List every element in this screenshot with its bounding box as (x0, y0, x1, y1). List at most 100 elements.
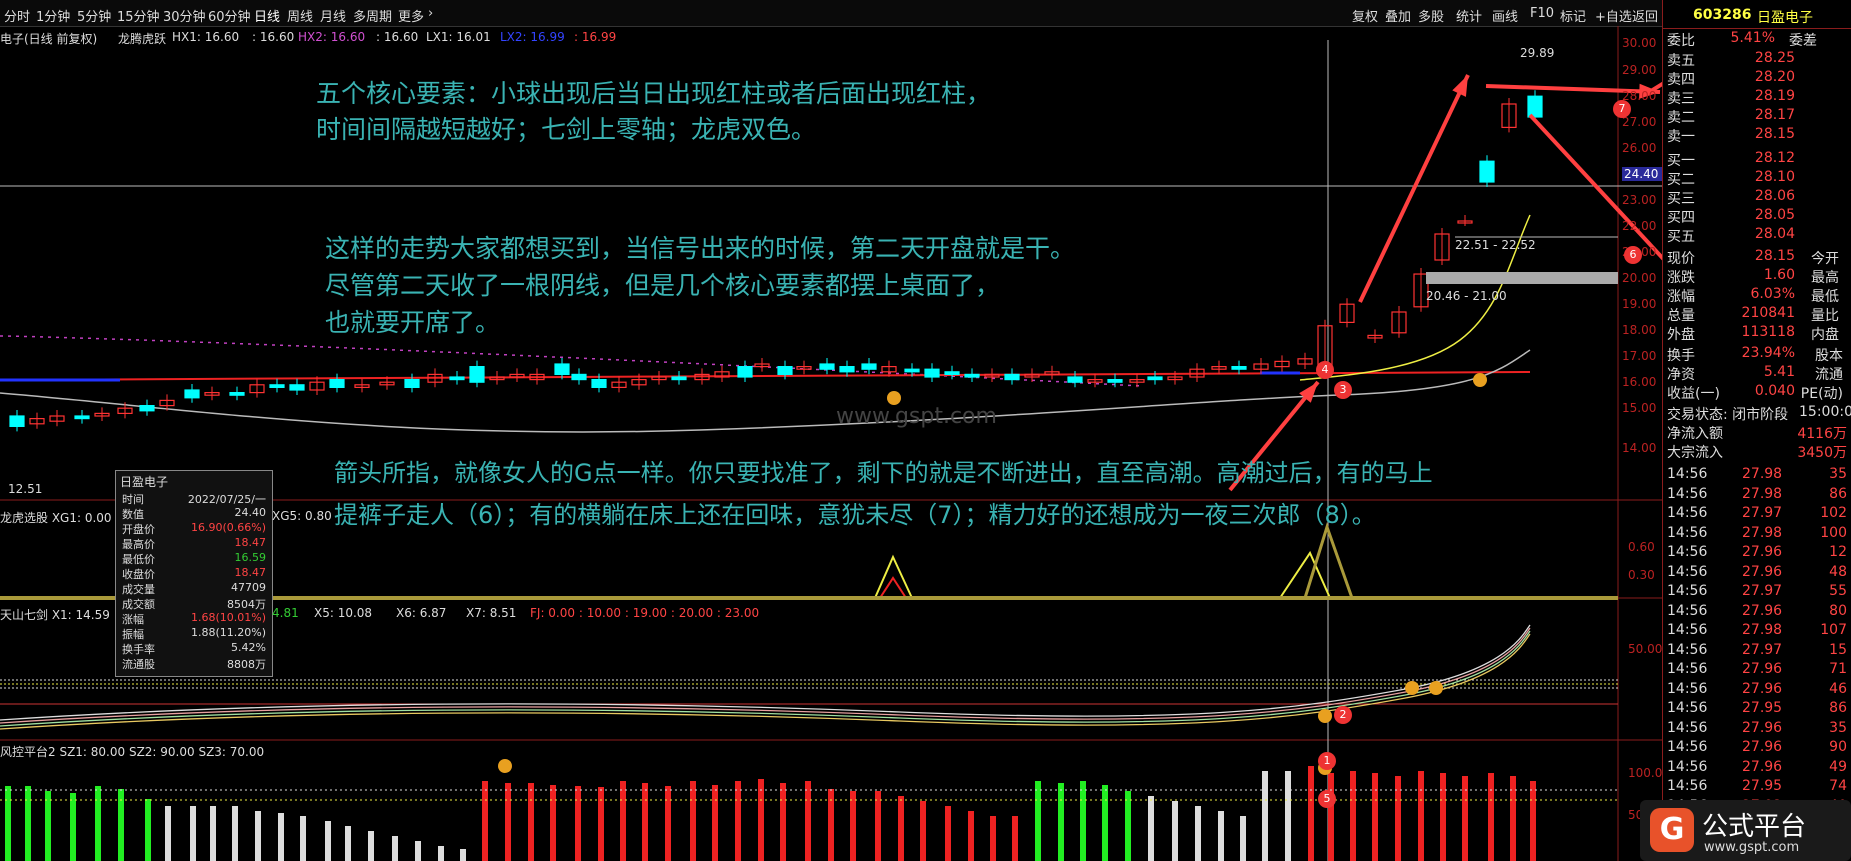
tick-time: 14:56 (1667, 583, 1708, 599)
volume-bar (875, 791, 881, 861)
info-key: 收盘价 (122, 568, 155, 581)
volume-bar (945, 806, 951, 861)
stat-label-2: 最低 (1811, 289, 1839, 305)
panel3-x7: X7: 8.51 (466, 606, 517, 620)
bid-price: 28.05 (1754, 207, 1795, 223)
tick-price: 27.96 (1742, 563, 1783, 580)
volume-bar (898, 796, 904, 861)
volume-bar (1308, 766, 1314, 861)
trade-time: 15:00:0 (1799, 404, 1851, 420)
stat-label-2: 量比 (1811, 308, 1839, 324)
volume-bar (1080, 781, 1086, 861)
info-row: 成交量 47709 (122, 581, 266, 596)
volume-bar (990, 816, 996, 861)
volume-bar (1372, 773, 1378, 861)
badge-1: 1 (1318, 752, 1336, 770)
volume-bar (1195, 806, 1201, 861)
tick-volume: 55 (1829, 583, 1847, 599)
stat-label-2: 股本 (1815, 348, 1843, 364)
signal-triangle (1279, 550, 1331, 599)
info-key: 数值 (122, 508, 144, 521)
volume-bar (438, 846, 444, 861)
candle-body (571, 373, 587, 381)
info-key: 成交量 (122, 583, 155, 596)
info-key: 换手率 (122, 643, 155, 656)
info-key: 最低价 (122, 553, 155, 566)
candle-body (74, 415, 90, 420)
tick-row: 14:56 27.96 48 (1667, 564, 1847, 582)
tick-volume: 35 (1829, 466, 1847, 482)
candle-body (737, 366, 753, 378)
bid-label: 买五 (1667, 229, 1695, 245)
stat-label-2: PE(动) (1800, 386, 1843, 402)
volume-bar (1240, 816, 1246, 861)
annotation-arrow (1644, 81, 1662, 96)
volume-bar (5, 786, 11, 861)
money-bag-icon (1318, 709, 1332, 723)
stat-label: 换手 (1667, 348, 1695, 364)
kline-chart-canvas[interactable] (0, 0, 1662, 861)
stat-row: 涨幅 6.03% 最低 (1667, 286, 1847, 305)
volume-bar (780, 783, 786, 861)
tick-volume: 46 (1829, 680, 1847, 697)
stat-label-2: 流通 (1815, 367, 1843, 383)
tick-row: 14:56 27.97 55 (1667, 583, 1847, 601)
stat-value: 6.03% (1750, 286, 1795, 302)
tick-price: 27.98 (1742, 622, 1783, 638)
volume-bar (1488, 773, 1494, 861)
volume-bar (278, 813, 284, 861)
ask-row: 卖一 28.15 (1667, 126, 1847, 145)
tick-time: 14:56 (1667, 602, 1708, 619)
info-value: 16.90(0.66%) (190, 521, 266, 534)
stat-row: 换手 23.94% 股本 (1667, 345, 1847, 364)
volume-bar (758, 779, 764, 861)
tick-volume: 74 (1829, 778, 1847, 794)
volume-bar (1012, 816, 1018, 861)
tick-volume: 86 (1829, 700, 1847, 716)
money-bag-icon (1405, 681, 1419, 695)
candle-body (1004, 373, 1020, 381)
low-price-label: 12.51 (8, 482, 43, 496)
ask-label: 卖一 (1667, 129, 1695, 145)
stat-label: 涨跌 (1667, 270, 1695, 286)
weibi-label: 委比 (1667, 33, 1695, 49)
info-row: 时间 2022/07/25/一 (122, 491, 266, 506)
candle-body (289, 384, 305, 391)
candle-body (469, 366, 485, 383)
info-row: 开盘价 16.90(0.66%) (122, 521, 266, 536)
bid-label: 买三 (1667, 191, 1695, 207)
volume-bar (1440, 773, 1446, 861)
ask-label: 卖二 (1667, 110, 1695, 126)
candle-body (1527, 95, 1543, 118)
stat-value: 113118 (1741, 324, 1795, 340)
volume-bar (550, 785, 556, 861)
annotation-line: 提裤子走人（6）；有的横躺在床上还在回味，意犹未尽（7）；精力好的还想成为一夜三… (334, 501, 1376, 529)
stat-row: 现价 28.15 今开 (1667, 248, 1847, 267)
volume-bar (1035, 781, 1041, 861)
volume-bar (1172, 801, 1178, 861)
tick-row: 14:56 27.96 80 (1667, 603, 1847, 621)
candle-body (777, 366, 793, 376)
candle-body (1067, 376, 1083, 383)
volume-bar (190, 806, 196, 861)
ask-price: 28.15 (1754, 126, 1795, 142)
stat-label-2: 最高 (1811, 270, 1839, 286)
tick-price: 27.97 (1742, 505, 1783, 521)
info-key: 振幅 (122, 628, 144, 641)
signal-triangle (879, 576, 907, 599)
volume-bar (1058, 783, 1064, 861)
volume-bar (665, 786, 671, 861)
tick-row: 14:56 27.97 102 (1667, 505, 1847, 523)
tick-time: 14:56 (1667, 466, 1708, 482)
annotation-line: 箭头所指，就像女人的G点一样。你只要找准了，剩下的就是不断进出，直至高潮。高潮过… (334, 459, 1433, 487)
volume-bar (1102, 785, 1108, 861)
tick-time: 14:56 (1667, 544, 1708, 560)
volume-bar (45, 791, 51, 861)
money-bag-icon (1473, 373, 1487, 387)
ask-price: 28.20 (1754, 69, 1795, 85)
volume-bar (1510, 776, 1516, 861)
panel3-label: 天山七剑 X1: 14.59 (0, 608, 110, 622)
resistance-line (0, 371, 1531, 381)
gspt-logo-name: 公式平台 (1702, 812, 1807, 842)
annotation-line: 五个核心要素：小球出现后当日出现红柱或者后面出现红柱， (316, 79, 992, 108)
